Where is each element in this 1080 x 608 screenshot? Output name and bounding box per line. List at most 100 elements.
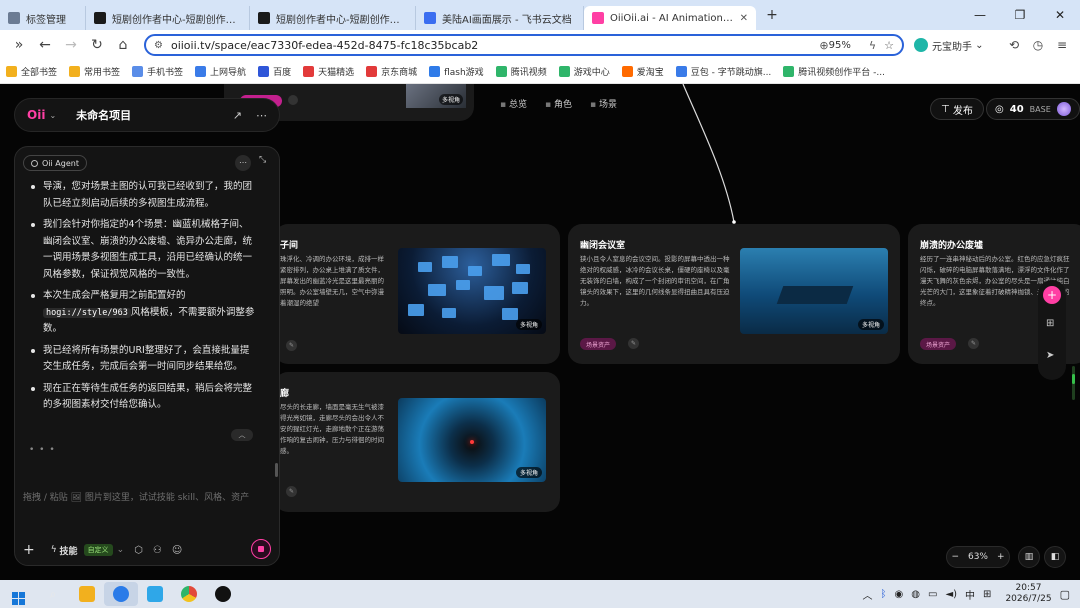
scene-edit-icon[interactable] xyxy=(288,95,298,105)
tab-scenes[interactable]: 场景 xyxy=(590,97,617,110)
bookmark-item[interactable]: 上网导航 xyxy=(195,65,246,78)
home-icon[interactable]: ⌂ xyxy=(110,37,136,53)
back-arrow-icon[interactable]: ← xyxy=(32,37,58,53)
scene-edit-icon[interactable]: ✎ xyxy=(286,486,297,497)
bookmark-item[interactable]: 京东商城 xyxy=(366,65,417,78)
history-icon[interactable]: ◷ xyxy=(1026,38,1050,52)
start-button[interactable] xyxy=(0,583,36,605)
scene-edit-icon[interactable]: ✎ xyxy=(968,338,979,349)
tab-close-icon[interactable]: ✕ xyxy=(740,13,748,24)
chevron-up-icon[interactable]: ︿ xyxy=(231,429,253,441)
lightning-icon[interactable]: ϟ xyxy=(869,39,876,52)
group-icon[interactable]: ⚇ xyxy=(153,545,162,556)
scrollbar[interactable] xyxy=(275,463,278,477)
bookmark-item[interactable]: 爱淘宝 xyxy=(621,65,664,78)
add-node-button[interactable]: + xyxy=(1043,286,1061,304)
site-info-icon[interactable]: ⚙ xyxy=(154,40,163,51)
bookmark-item[interactable]: 百度 xyxy=(258,65,291,78)
bookmark-item[interactable]: 游戏中心 xyxy=(558,65,610,78)
scene-asset-pill[interactable]: 场景资产 xyxy=(580,338,617,350)
bookmark-item[interactable]: 手机书签 xyxy=(132,65,183,78)
collapse-icon[interactable]: ⤡ xyxy=(259,155,266,165)
browser-tab-feishu-doc[interactable]: 美陆AI画面展示 - 飞书云文档 xyxy=(416,6,584,30)
file-explorer-icon[interactable] xyxy=(70,582,104,606)
app-taskbar-icon[interactable] xyxy=(138,582,172,606)
scene-edit-icon[interactable]: ✎ xyxy=(628,338,639,349)
bookmark-item[interactable]: 天猫精选 xyxy=(303,65,354,78)
app-tray-icon[interactable]: ◍ xyxy=(911,589,920,600)
browser-tab-shortdrama-1[interactable]: 短剧创作者中心-短剧创作服务平台 xyxy=(86,6,250,30)
chat-input[interactable]: 拖拽 / 粘贴 🖼 图片到这里，试试技能 skill、风格、资产 xyxy=(23,491,273,505)
cube-icon[interactable]: ⬡ xyxy=(134,545,143,556)
bluetooth-icon[interactable]: ᛒ xyxy=(881,589,887,600)
chevron-down-icon[interactable]: ⌄ xyxy=(49,111,56,120)
scene-thumbnail[interactable]: 多视角 xyxy=(406,84,466,108)
bookmark-item[interactable]: 腾讯视频 xyxy=(495,65,547,78)
chrome-taskbar-icon[interactable] xyxy=(172,582,206,606)
scene-image[interactable]: 多视角 xyxy=(398,398,546,482)
share-icon[interactable]: ↗ xyxy=(233,109,242,122)
more-icon[interactable]: ⋯ xyxy=(256,109,267,122)
bookmark-item[interactable]: 豆包 - 字节跳动旗... xyxy=(675,65,771,78)
notification-icon[interactable]: ▢ xyxy=(1060,588,1070,601)
more-icon[interactable]: ⋯ xyxy=(235,155,251,171)
multi-view-tag[interactable]: 多视角 xyxy=(857,319,884,330)
reload-icon[interactable]: ↻ xyxy=(84,37,110,53)
address-url[interactable]: oiioii.tv/space/eac7330f-edea-452d-8475-… xyxy=(171,39,811,52)
bookmark-star-icon[interactable]: ☆ xyxy=(884,39,894,52)
scene-card-corridor[interactable]: 廊 尽头的长走廊，墙面是毫无生气被漆得光亮如镜，走廊尽头的会出令人不安的猩红灯光… xyxy=(274,372,560,512)
qq-taskbar-icon[interactable] xyxy=(206,582,240,606)
close-window-icon[interactable]: ✕ xyxy=(1040,8,1080,22)
menu-icon[interactable]: ≡ xyxy=(1050,38,1074,52)
agent-badge[interactable]: Oii Agent xyxy=(23,155,87,171)
minimize-icon[interactable]: — xyxy=(960,8,1000,22)
bookmark-item[interactable]: 腾讯视频创作平台 -... xyxy=(783,65,885,78)
multi-view-tag[interactable]: 多视角 xyxy=(515,319,542,330)
system-clock[interactable]: 20:57 2026/7/25 xyxy=(1005,583,1051,605)
add-attachment-icon[interactable]: + xyxy=(23,542,35,558)
ime-icon[interactable]: ⊞ xyxy=(983,589,991,600)
canvas-scrollbar[interactable] xyxy=(1072,366,1075,400)
chevron-down-icon[interactable]: ⌄ xyxy=(117,545,125,555)
app-tray-icon[interactable]: ◉ xyxy=(895,589,904,600)
extensions-icon[interactable]: ⟲ xyxy=(1002,38,1026,52)
browser-tab-tag-manager[interactable]: 标签管理 xyxy=(0,6,86,30)
credits-badge[interactable]: ◎ 40 BASE xyxy=(986,98,1080,120)
bookmark-item[interactable]: 常用书签 xyxy=(69,65,120,78)
emoji-icon[interactable]: ☺ xyxy=(172,545,182,556)
stop-generation-button[interactable] xyxy=(251,539,271,559)
zoom-percent[interactable]: 63% xyxy=(968,552,988,562)
scene-card-meeting-room[interactable]: 幽闭会议室 狭小且令人窒息的会议空间。投影的屏幕中透出一种绝对的权威感，冰冷的会… xyxy=(568,224,900,364)
new-tab-button[interactable]: + xyxy=(760,7,784,23)
sidebar-toggle-icon[interactable]: » xyxy=(6,37,32,53)
scene-asset-pill[interactable]: 场景资产 xyxy=(920,338,957,350)
oiioii-canvas[interactable]: 多视角 总览 角色 场景 ⊤ 发布 ◎ 40 BASE 子间 珠浮化、冷调的办公… xyxy=(0,84,1080,580)
zoom-level[interactable]: 95% xyxy=(829,40,851,51)
forward-arrow-icon[interactable]: → xyxy=(58,37,84,53)
volume-icon[interactable]: ◄) xyxy=(945,589,957,600)
custom-badge[interactable]: 自定义 xyxy=(83,544,113,556)
publish-button[interactable]: ⊤ 发布 xyxy=(930,98,984,120)
browser-tab-shortdrama-2[interactable]: 短剧创作者中心-短剧创作服务平台 xyxy=(250,6,416,30)
zoom-out-icon[interactable]: − xyxy=(951,552,959,562)
maximize-icon[interactable]: ❐ xyxy=(1000,8,1040,22)
scene-card-cubicles[interactable]: 子间 珠浮化、冷调的办公环境，成排一样紧密排列，办公桌上堆满了质文件，屏幕发出的… xyxy=(274,224,560,364)
tab-characters[interactable]: 角色 xyxy=(545,97,572,110)
skill-button[interactable]: 技能 xyxy=(60,544,78,557)
multi-view-tag[interactable]: 多视角 xyxy=(515,467,542,478)
oii-logo[interactable]: Oii xyxy=(27,108,45,122)
taskbar-search-icon[interactable]: ⌕ xyxy=(36,582,70,606)
browser-taskbar-icon[interactable] xyxy=(104,582,138,606)
address-bar[interactable]: ⚙ oiioii.tv/space/eac7330f-edea-452d-847… xyxy=(144,34,904,56)
bookmark-item[interactable]: 全部书签 xyxy=(6,65,57,78)
layout-grid-icon[interactable]: ⊞ xyxy=(1046,318,1054,329)
browser-tab-oiioii[interactable]: OiiOii.ai - AI Animation Agen ✕ xyxy=(584,6,756,30)
tab-overview[interactable]: 总览 xyxy=(500,97,527,110)
scene-image[interactable]: 多视角 xyxy=(740,248,888,334)
user-avatar[interactable] xyxy=(1056,102,1071,116)
bookmark-item[interactable]: flash游戏 xyxy=(429,65,484,78)
project-title[interactable]: 未命名项目 xyxy=(76,107,131,123)
chevron-up-icon[interactable]: ︿ xyxy=(863,587,873,602)
zoom-in-icon[interactable]: + xyxy=(997,552,1005,562)
pointer-icon[interactable]: ➤ xyxy=(1046,350,1054,361)
